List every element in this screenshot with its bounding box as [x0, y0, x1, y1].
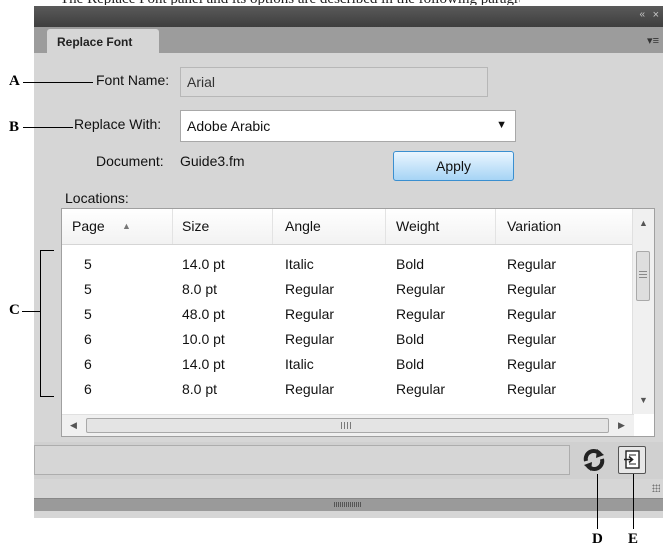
- cell-size: 14.0 pt: [182, 356, 225, 372]
- refresh-button[interactable]: [580, 446, 608, 474]
- cell-page: 6: [84, 331, 92, 347]
- cell-page: 5: [84, 256, 92, 272]
- cell-angle: Italic: [285, 256, 314, 272]
- table-row[interactable]: 6 8.0 pt Regular Regular Regular: [62, 378, 634, 403]
- cell-angle: Regular: [285, 281, 335, 297]
- locations-label: Locations:: [65, 190, 129, 206]
- cell-variation: Regular: [507, 256, 557, 272]
- callout-a: A: [9, 73, 20, 89]
- cell-page: 6: [84, 356, 92, 372]
- callout-c: C: [9, 302, 20, 318]
- callout-e: E: [628, 531, 639, 547]
- table-row[interactable]: 5 48.0 pt Regular Regular Regular: [62, 303, 634, 328]
- cell-angle: Regular: [285, 381, 335, 397]
- horizontal-scroll-thumb[interactable]: [86, 418, 609, 433]
- cell-variation: Regular: [507, 306, 557, 322]
- cell-angle: Regular: [285, 331, 335, 347]
- horizontal-scrollbar[interactable]: ◀ ▶: [62, 414, 634, 436]
- tab-label: Replace Font: [57, 35, 133, 49]
- callout-b: B: [9, 119, 20, 135]
- document-label: Document:: [96, 153, 164, 169]
- column-header-angle[interactable]: Angle: [285, 218, 321, 234]
- cell-weight: Bold: [396, 356, 425, 372]
- cell-variation: Regular: [507, 331, 557, 347]
- panel-footer-bar[interactable]: [34, 498, 663, 511]
- scroll-down-icon[interactable]: ▼: [639, 395, 648, 405]
- font-name-field: Arial: [180, 67, 488, 97]
- panel-menu-icon[interactable]: ▾≡: [647, 34, 659, 47]
- replace-with-dropdown[interactable]: Adobe Arabic ▼: [180, 110, 516, 142]
- document-value: Guide3.fm: [180, 153, 245, 169]
- table-row[interactable]: 6 10.0 pt Regular Bold Regular: [62, 328, 634, 353]
- refresh-icon: [583, 449, 605, 471]
- cell-page: 6: [84, 381, 92, 397]
- replace-with-value: Adobe Arabic: [187, 118, 271, 134]
- dropdown-arrow-icon[interactable]: ▼: [496, 119, 507, 131]
- callout-c-line: [22, 311, 40, 312]
- column-divider[interactable]: [385, 209, 386, 244]
- callout-c-bracket: [40, 250, 54, 397]
- cell-size: 8.0 pt: [182, 381, 218, 397]
- column-divider[interactable]: [272, 209, 273, 244]
- tab-strip: Replace Font ▾≡: [34, 27, 663, 53]
- cell-weight: Regular: [396, 381, 446, 397]
- callout-d: D: [592, 531, 603, 547]
- close-icon[interactable]: ×: [653, 9, 659, 21]
- tab-replace-font[interactable]: Replace Font: [47, 29, 159, 53]
- table-row[interactable]: 6 14.0 pt Italic Bold Regular: [62, 353, 634, 378]
- grip-icon: [341, 422, 351, 429]
- cell-size: 10.0 pt: [182, 331, 225, 347]
- go-to-location-icon: [624, 450, 640, 469]
- vertical-scrollbar[interactable]: ▲ ▼: [632, 209, 654, 414]
- cell-angle: Italic: [285, 356, 314, 372]
- callout-b-line: [23, 127, 73, 128]
- cell-page: 5: [84, 281, 92, 297]
- cell-size: 8.0 pt: [182, 281, 218, 297]
- resize-grip[interactable]: [652, 484, 660, 492]
- sort-ascending-icon[interactable]: ▲: [122, 221, 131, 231]
- cell-size: 48.0 pt: [182, 306, 225, 322]
- scroll-right-icon[interactable]: ▶: [618, 420, 625, 431]
- grip-icon: [334, 502, 362, 507]
- column-divider[interactable]: [495, 209, 496, 244]
- table-header: Page ▲ Size Angle Weight Variation: [62, 209, 634, 245]
- status-field: [34, 445, 570, 475]
- column-header-weight[interactable]: Weight: [396, 218, 439, 234]
- scroll-up-icon[interactable]: ▲: [639, 218, 648, 228]
- cell-weight: Regular: [396, 281, 446, 297]
- callout-d-line: [597, 474, 598, 529]
- callout-e-line: [633, 474, 634, 529]
- cell-variation: Regular: [507, 356, 557, 372]
- cell-weight: Bold: [396, 256, 425, 272]
- vertical-scroll-thumb[interactable]: [636, 251, 650, 301]
- column-header-page[interactable]: Page: [72, 218, 105, 234]
- collapse-icon[interactable]: «: [639, 9, 644, 20]
- panel-titlebar[interactable]: « ×: [34, 6, 663, 27]
- panel-bottom-bar: [34, 442, 663, 479]
- cell-weight: Bold: [396, 331, 425, 347]
- grip-icon: [639, 271, 647, 280]
- go-to-location-button[interactable]: [618, 446, 646, 474]
- cell-variation: Regular: [507, 281, 557, 297]
- replace-font-panel: « × Replace Font ▾≡ Font Name: Arial Rep…: [34, 6, 663, 518]
- scroll-left-icon[interactable]: ◀: [70, 420, 77, 431]
- font-name-label: Font Name:: [96, 72, 170, 88]
- cell-size: 14.0 pt: [182, 256, 225, 272]
- cell-angle: Regular: [285, 306, 335, 322]
- cell-weight: Regular: [396, 306, 446, 322]
- font-name-value: Arial: [187, 74, 216, 90]
- cell-variation: Regular: [507, 381, 557, 397]
- column-divider[interactable]: [172, 209, 173, 244]
- callout-a-line: [23, 82, 93, 83]
- table-row[interactable]: 5 14.0 pt Italic Bold Regular: [62, 253, 634, 278]
- cell-page: 5: [84, 306, 92, 322]
- locations-table: Page ▲ Size Angle Weight Variation 5 14.…: [61, 208, 655, 437]
- column-header-size[interactable]: Size: [182, 218, 209, 234]
- cropped-document-text: The Replace Font panel and its options a…: [60, 0, 520, 5]
- table-row[interactable]: 5 8.0 pt Regular Regular Regular: [62, 278, 634, 303]
- replace-with-label: Replace With:: [74, 116, 162, 132]
- apply-button[interactable]: Apply: [393, 151, 514, 181]
- column-header-variation[interactable]: Variation: [507, 218, 561, 234]
